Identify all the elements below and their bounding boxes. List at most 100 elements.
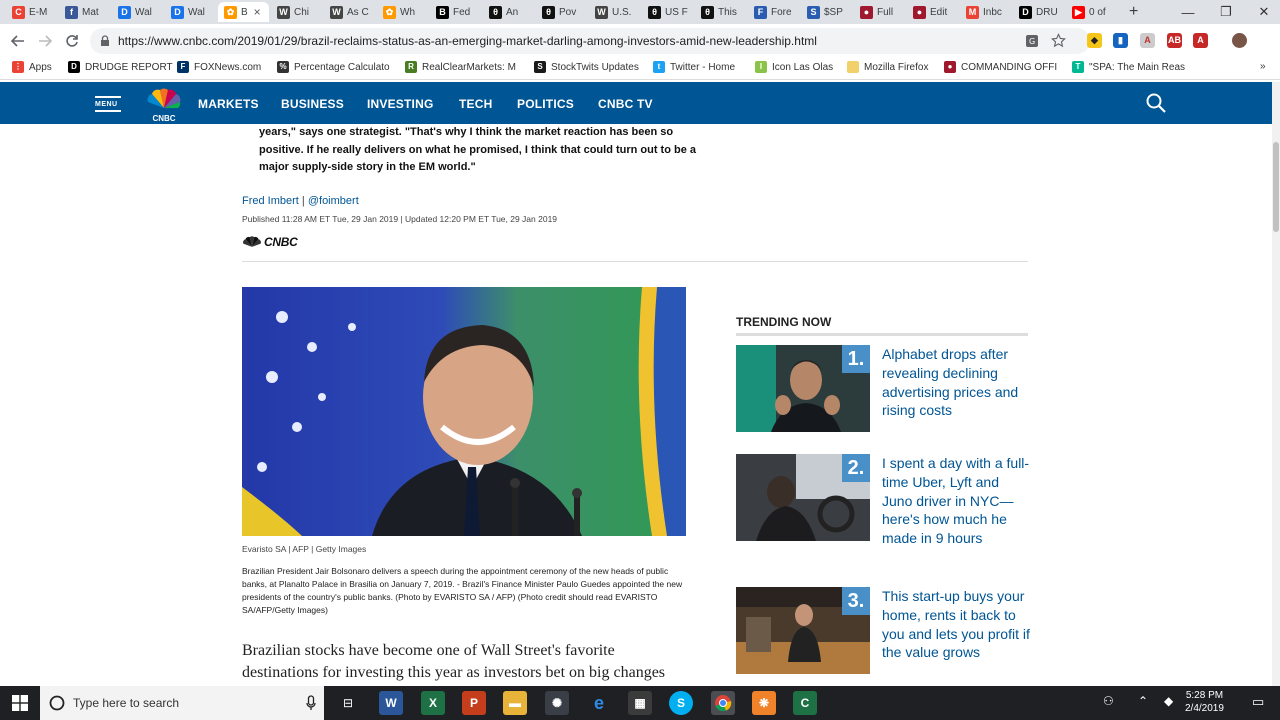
dropbox-icon[interactable]: ◆ — [1164, 694, 1173, 708]
skype-icon[interactable]: S — [669, 691, 693, 715]
taskbar-clock[interactable]: 5:28 PM 2/4/2019 — [1185, 689, 1224, 715]
translate-icon[interactable]: G — [1025, 34, 1039, 48]
reload-button[interactable] — [61, 30, 83, 52]
page-scrollbar[interactable] — [1272, 82, 1280, 686]
minimize-button[interactable]: — — [1168, 0, 1208, 24]
browser-tab[interactable]: C E-M — [6, 2, 57, 22]
cnbc-logo[interactable]: CNBC — [146, 88, 182, 123]
menu-button[interactable]: MENU — [95, 96, 121, 112]
reload-icon — [66, 35, 78, 47]
bookmark-item[interactable]: % Percentage Calculato — [277, 61, 390, 73]
address-bar[interactable]: https://www.cnbc.com/2019/01/29/brazil-r… — [90, 28, 1090, 54]
back-button[interactable] — [7, 30, 29, 52]
browser-tab[interactable]: D Wal — [165, 2, 216, 22]
rcm-icon: R — [405, 61, 417, 73]
nav-investing[interactable]: INVESTING — [367, 97, 433, 111]
bookmark-item[interactable]: Mozilla Firefox — [847, 61, 928, 73]
trending-link-1[interactable]: Alphabet drops after revealing declining… — [882, 345, 1032, 420]
task-view-icon[interactable]: ⊟ — [336, 691, 360, 715]
browser-tab[interactable]: W U.S. — [589, 2, 640, 22]
bookmarks-overflow-button[interactable]: » — [1260, 61, 1266, 72]
trending-thumb-3[interactable]: 3. — [736, 587, 870, 674]
bookmark-item[interactable]: I Icon Las Olas — [755, 61, 833, 73]
extension-shield-icon[interactable]: ◆ — [1087, 33, 1102, 48]
chrome-icon[interactable] — [711, 691, 735, 715]
new-tab-button[interactable]: + — [1123, 2, 1138, 22]
browser-tab[interactable]: F Fore — [748, 2, 799, 22]
browser-tab[interactable]: D Wal — [112, 2, 163, 22]
browser-tab[interactable]: W Chi — [271, 2, 322, 22]
nav-cnbc-tv[interactable]: CNBC TV — [598, 97, 653, 111]
bookmark-item[interactable]: t Twitter - Home — [653, 61, 735, 73]
browser-tab[interactable]: θ Pov — [536, 2, 587, 22]
notifications-icon[interactable]: ▭ — [1252, 694, 1264, 710]
close-window-button[interactable]: ✕ — [1244, 0, 1280, 24]
browser-tab[interactable]: ✿ Wh — [377, 2, 428, 22]
bookmark-item[interactable]: T "SPA: The Main Reas — [1072, 61, 1185, 73]
tab-close-icon[interactable]: × — [254, 5, 261, 19]
file-explorer-icon[interactable]: ▬ — [503, 691, 527, 715]
bookmark-item[interactable]: S StockTwits Updates — [534, 61, 639, 73]
browser-tab[interactable]: ● Full — [854, 2, 905, 22]
people-icon[interactable]: ⚇ — [1103, 694, 1114, 708]
scrollbar-thumb[interactable] — [1273, 142, 1279, 232]
word-icon[interactable]: W — [379, 691, 403, 715]
cortana-circle-icon — [49, 695, 65, 711]
barrons-icon: θ — [701, 5, 714, 19]
peacock-logo-icon — [243, 236, 261, 247]
trending-thumb-2[interactable]: 2. — [736, 454, 870, 541]
nav-politics[interactable]: POLITICS — [517, 97, 574, 111]
nav-markets[interactable]: MARKETS — [198, 97, 259, 111]
calculator-icon[interactable]: ▦ — [628, 691, 652, 715]
microphone-icon[interactable] — [306, 695, 316, 711]
app-icon[interactable]: ✺ — [545, 691, 569, 715]
nav-business[interactable]: BUSINESS — [281, 97, 344, 111]
url-text[interactable]: https://www.cnbc.com/2019/01/29/brazil-r… — [118, 34, 817, 48]
bookmark-item[interactable]: ⋮ Apps — [12, 61, 52, 73]
browser-tab[interactable]: ✿ B × — [218, 2, 269, 22]
browser-tab[interactable]: f Mat — [59, 2, 110, 22]
author-name[interactable]: Fred Imbert — [242, 195, 299, 207]
trending-thumb-1[interactable]: 1. — [736, 345, 870, 432]
stocktwits-icon: S — [534, 61, 546, 73]
adblock-icon[interactable]: AB — [1167, 33, 1182, 48]
app-icon[interactable]: ❋ — [752, 691, 776, 715]
bookmark-star-icon[interactable] — [1051, 33, 1066, 48]
browser-tab[interactable]: θ This — [695, 2, 746, 22]
article-photo[interactable] — [242, 287, 686, 536]
edge-icon[interactable]: e — [587, 691, 611, 715]
trending-link-2[interactable]: I spent a day with a full-time Uber, Lyf… — [882, 454, 1032, 548]
browser-tab[interactable]: θ US F — [642, 2, 693, 22]
powerpoint-icon[interactable]: P — [462, 691, 486, 715]
gmail-icon: M — [966, 5, 979, 19]
bookmark-item[interactable]: D DRUDGE REPORT — [68, 61, 173, 73]
author-handle[interactable]: @foimbert — [308, 195, 359, 207]
tab-label: An — [506, 6, 519, 18]
extension-acrobat-icon[interactable]: A — [1193, 33, 1208, 48]
bookmark-item[interactable]: ● COMMANDING OFFI — [944, 61, 1057, 73]
tray-chevron-up-icon[interactable]: ⌃ — [1138, 694, 1148, 708]
start-button[interactable] — [12, 695, 28, 716]
bookmark-item[interactable]: F FOXNews.com — [177, 61, 261, 73]
browser-tab[interactable]: M Inbc — [960, 2, 1011, 22]
excel-icon[interactable]: X — [421, 691, 445, 715]
camtasia-icon[interactable]: C — [793, 691, 817, 715]
browser-tab[interactable]: θ An — [483, 2, 534, 22]
restore-button[interactable]: ❐ — [1206, 0, 1246, 24]
profile-avatar-icon[interactable] — [1232, 33, 1247, 48]
browser-tab[interactable]: W As C — [324, 2, 375, 22]
taskbar-search-box[interactable]: Type here to search — [40, 686, 324, 720]
browser-tab[interactable]: B Fed — [430, 2, 481, 22]
search-icon[interactable] — [1146, 93, 1166, 113]
nav-tech[interactable]: TECH — [459, 97, 492, 111]
forward-button[interactable] — [34, 30, 56, 52]
browser-tab[interactable]: D DRU — [1013, 2, 1064, 22]
trending-link-3[interactable]: This start-up buys your home, rents it b… — [882, 587, 1032, 662]
bookmark-item[interactable]: R RealClearMarkets: M — [405, 61, 516, 73]
browser-tab[interactable]: ▶ 0 of — [1066, 2, 1117, 22]
extension-pdf-icon[interactable]: A — [1140, 33, 1155, 48]
extension-bookmark-icon[interactable]: ▮ — [1113, 33, 1128, 48]
browser-tab[interactable]: S $SP — [801, 2, 852, 22]
browser-tab[interactable]: ● Edit — [907, 2, 958, 22]
apps-grid-icon: ⋮ — [12, 61, 24, 73]
